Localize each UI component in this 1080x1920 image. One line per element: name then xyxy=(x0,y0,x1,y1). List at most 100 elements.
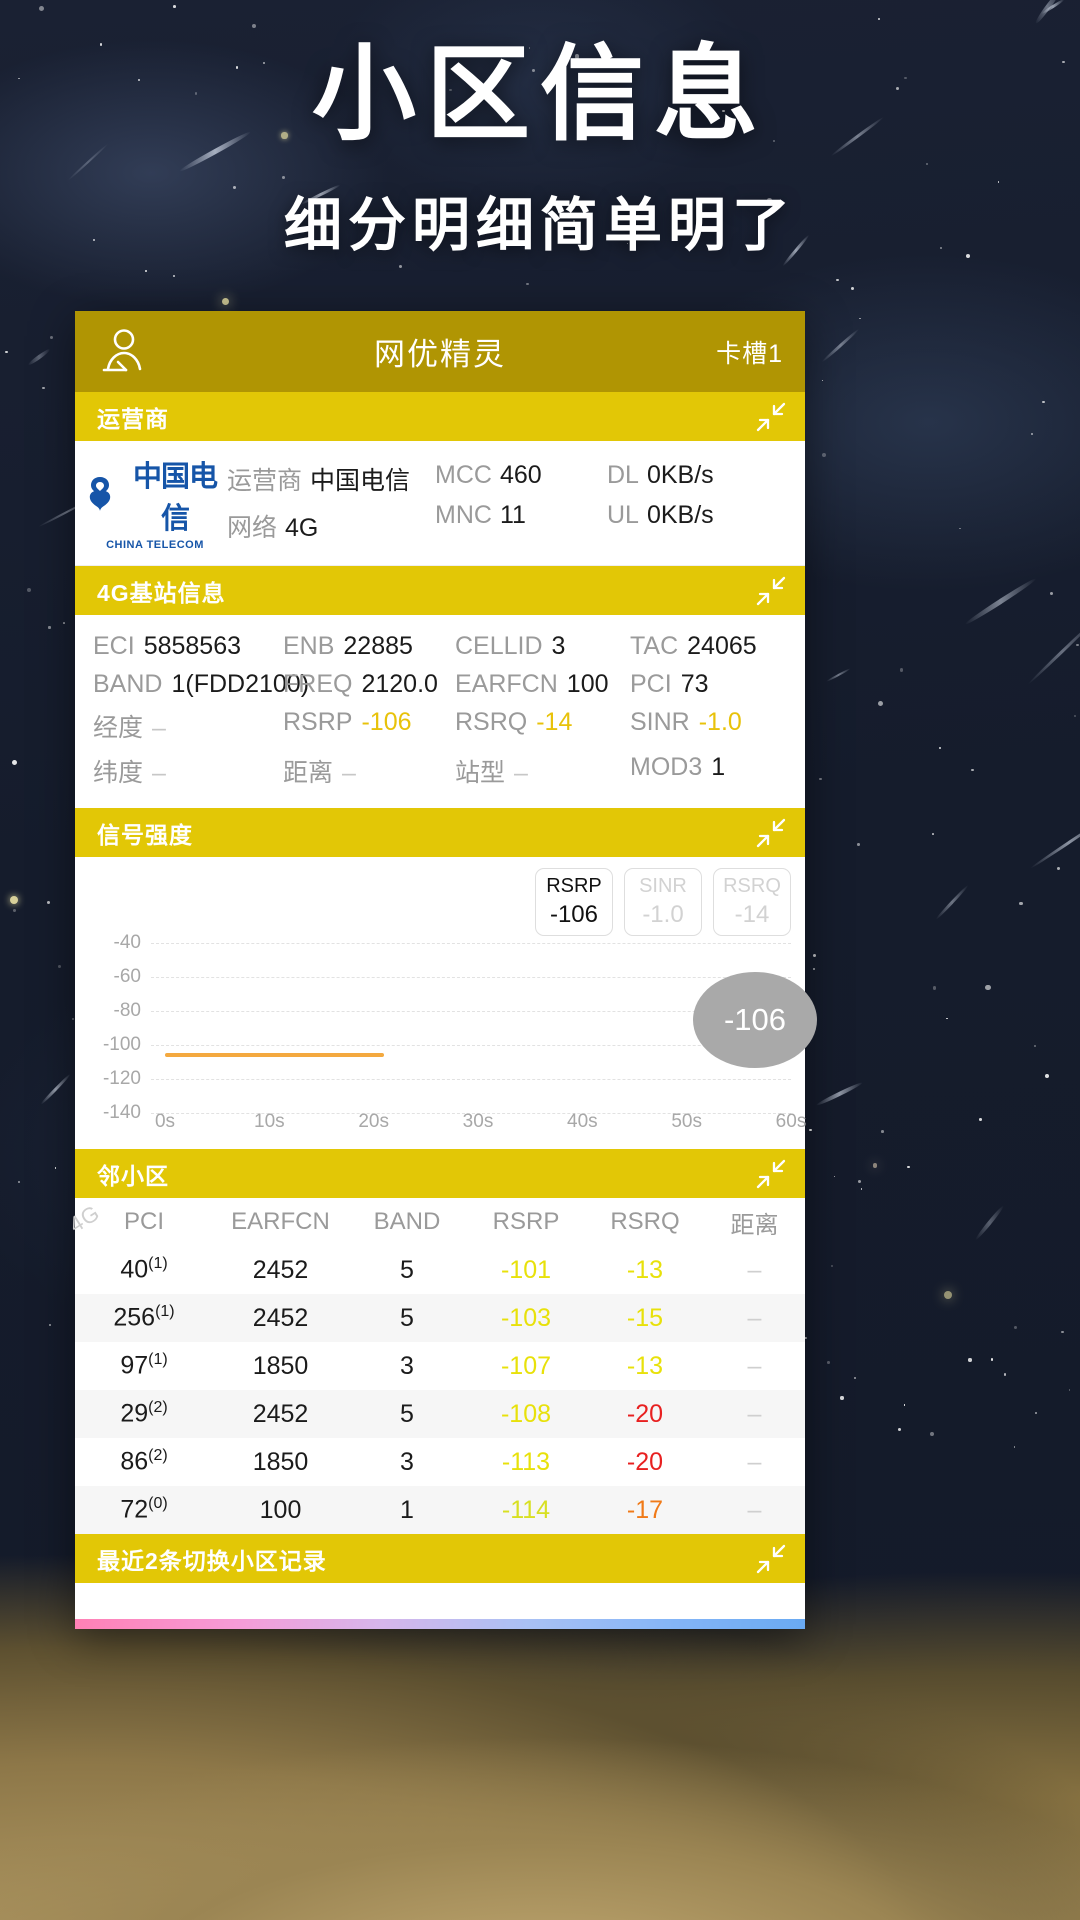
table-row[interactable]: 72(0) 100 1 -114 -17 – xyxy=(75,1486,805,1534)
field-value: – xyxy=(342,759,356,787)
field-key: DL xyxy=(607,460,639,489)
cell-rsrp: -107 xyxy=(500,1351,552,1380)
telecom-mark-icon xyxy=(83,475,117,515)
chart-gridline xyxy=(151,1078,791,1080)
station-field-ECI: ECI 5858563 xyxy=(93,632,283,661)
station-field-经度: 经度 – xyxy=(93,708,283,744)
field-key: RSRP xyxy=(283,708,353,736)
table-header-row: 4G PCI EARFCN BAND RSRP RSRQ 距离 xyxy=(64,1198,805,1246)
field-value: – xyxy=(514,759,528,787)
field-mnc: MNC 11 xyxy=(435,501,607,530)
station-field-站型: 站型 – xyxy=(455,753,630,789)
table-row[interactable]: 29(2) 2452 5 -108 -20 – xyxy=(75,1390,805,1438)
china-telecom-logo: 中国电信 CHINA TELECOM xyxy=(75,453,227,551)
cell-band: 3 xyxy=(400,1351,414,1380)
field-key: MNC xyxy=(435,500,492,529)
cell-distance: – xyxy=(747,1351,762,1380)
station-field-距离: 距离 – xyxy=(283,753,455,789)
station-info-row: BAND 1(FDD2100) FREQ 2120.0 EARFCN 100 PCI 73 xyxy=(93,670,805,699)
cell-earfcn: 2452 xyxy=(252,1303,309,1332)
field-key: TAC xyxy=(630,632,679,660)
collapse-arrows-icon[interactable] xyxy=(755,1543,787,1575)
page-title: 小区信息 xyxy=(311,37,768,153)
section-header-handover[interactable]: 最近2条切换小区记录 xyxy=(75,1534,805,1583)
field-key: 距离 xyxy=(283,759,334,787)
field-ul: UL 0KB/s xyxy=(607,501,767,530)
field-value: 0KB/s xyxy=(646,500,714,529)
operator-body: 中国电信 CHINA TELECOM 运营商 中国电信 网络 4G MCC 46… xyxy=(75,441,805,566)
chart-plot-area: -40 -60 -80 -100 -120 -140 -106 xyxy=(75,921,817,1123)
station-info-grid: ECI 5858563 ENB 22885 CELLID 3 TAC 24065 BAND 1(F… xyxy=(75,615,805,808)
cell-earfcn: 1850 xyxy=(252,1447,309,1476)
cell-rsrq: -20 xyxy=(626,1399,664,1428)
field-operator: 运营商 中国电信 xyxy=(227,461,435,497)
chart-current-value-bubble: -106 xyxy=(693,971,817,1068)
chart-x-tick-label: 30s xyxy=(462,1111,494,1132)
table-row[interactable]: 86(2) 1850 3 -113 -20 – xyxy=(75,1438,805,1486)
field-value: 22885 xyxy=(343,632,413,660)
table-column-header: 距离 xyxy=(730,1211,779,1239)
metric-tab-name: RSRQ xyxy=(723,875,781,897)
field-key: CELLID xyxy=(455,632,543,660)
cell-band: 5 xyxy=(400,1303,414,1332)
chart-x-tick-label: 60s xyxy=(775,1111,807,1132)
field-value: 11 xyxy=(499,500,526,529)
field-key: 纬度 xyxy=(93,759,144,787)
field-key: ENB xyxy=(283,632,335,660)
chart-x-tick-label: 20s xyxy=(358,1111,389,1132)
collapse-arrows-icon[interactable] xyxy=(755,401,787,433)
table-column-header: RSRQ xyxy=(610,1208,680,1235)
cell-rsrq: -13 xyxy=(626,1255,664,1284)
handover-body xyxy=(75,1583,805,1629)
section-header-station[interactable]: 4G基站信息 xyxy=(75,566,805,615)
field-dl: DL 0KB/s xyxy=(607,461,767,490)
field-key: EARFCN xyxy=(455,670,558,698)
field-value: 2120.0 xyxy=(361,670,438,698)
collapse-arrows-icon[interactable] xyxy=(755,575,787,607)
operator-fields: 运营商 中国电信 网络 4G MCC 460 MNC 11 DL 0KB/s U… xyxy=(227,461,805,544)
field-value: -14 xyxy=(536,708,573,736)
cell-band: 3 xyxy=(400,1447,414,1476)
section-title-handover: 最近2条切换小区记录 xyxy=(97,1547,327,1574)
cell-band: 5 xyxy=(400,1399,414,1428)
person-arrow-icon[interactable] xyxy=(97,326,149,378)
cell-earfcn: 100 xyxy=(259,1495,302,1524)
chart-gridline xyxy=(151,977,791,979)
field-key: SINR xyxy=(630,708,690,736)
table-row[interactable]: 40(1) 2452 5 -101 -13 – xyxy=(75,1246,805,1294)
cell-rsrp: -113 xyxy=(501,1447,551,1476)
metric-tab-name: RSRP xyxy=(546,875,602,897)
section-header-neighbors[interactable]: 邻小区 xyxy=(75,1149,805,1198)
section-header-signal[interactable]: 信号强度 xyxy=(75,808,805,857)
table-row[interactable]: 256(1) 2452 5 -103 -15 – xyxy=(75,1294,805,1342)
chart-y-tick-label: -80 xyxy=(113,1000,141,1022)
cell-pci: 256(1) xyxy=(113,1303,175,1332)
chart-y-tick-label: -60 xyxy=(113,966,141,988)
field-value: 24065 xyxy=(687,632,757,660)
collapse-arrows-icon[interactable] xyxy=(755,1158,787,1190)
field-mcc: MCC 460 xyxy=(435,461,607,490)
collapse-arrows-icon[interactable] xyxy=(755,817,787,849)
field-key: MOD3 xyxy=(630,753,703,781)
cell-band: 1 xyxy=(400,1495,414,1524)
field-key: 网络 xyxy=(227,513,278,542)
field-value: – xyxy=(152,759,166,787)
field-value: 460 xyxy=(499,460,542,489)
cell-pci: 40(1) xyxy=(120,1255,168,1284)
cell-rsrq: -17 xyxy=(626,1495,664,1524)
field-value: 1 xyxy=(711,753,726,781)
cell-distance: – xyxy=(747,1255,762,1284)
field-value: – xyxy=(152,714,166,742)
sim-slot-label[interactable]: 卡槽1 xyxy=(716,334,783,370)
table-row[interactable]: 97(1) 1850 3 -107 -13 – xyxy=(75,1342,805,1390)
station-field-RSRQ: RSRQ -14 xyxy=(455,708,630,744)
telecom-name-en: CHINA TELECOM xyxy=(106,539,204,551)
field-key: MCC xyxy=(435,460,492,489)
section-header-operator[interactable]: 运营商 xyxy=(75,392,805,441)
neighbor-cell-table: 4G PCI EARFCN BAND RSRP RSRQ 距离 40(1) 2452 5 -101-… xyxy=(64,1198,805,1534)
chart-x-tick-label: 40s xyxy=(567,1111,598,1132)
cell-rsrq: -13 xyxy=(626,1351,664,1380)
field-value: 0KB/s xyxy=(646,460,714,489)
chart-y-tick-label: -40 xyxy=(113,932,141,954)
section-title-station: 4G基站信息 xyxy=(97,579,226,606)
